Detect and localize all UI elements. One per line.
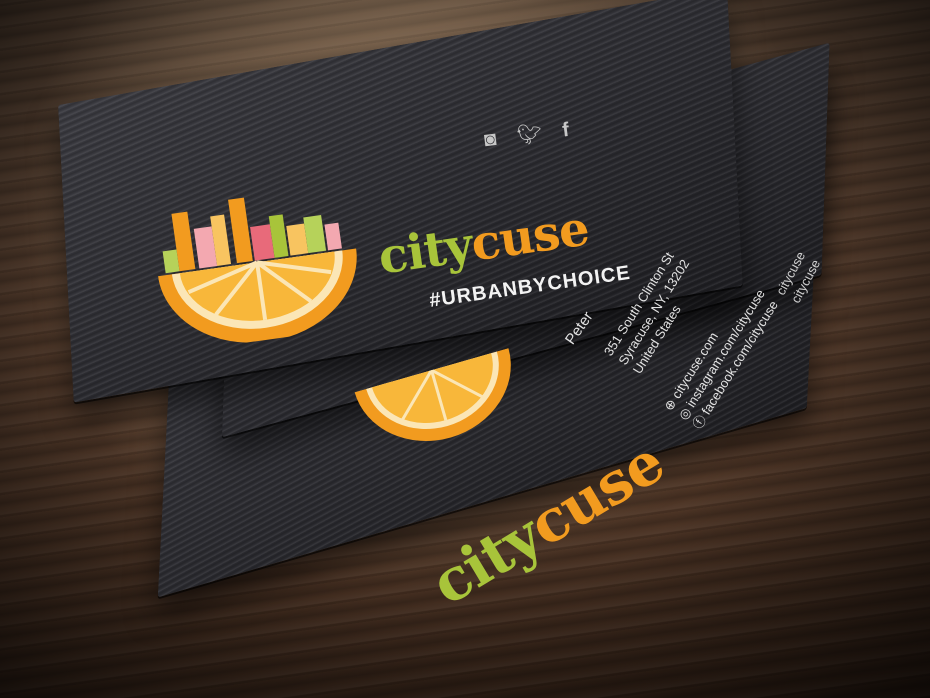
instagram-icon[interactable]: ◙: [478, 127, 503, 152]
facebook-icon[interactable]: f: [553, 118, 578, 143]
skyline-logo: [158, 197, 357, 343]
twitter-icon[interactable]: 🐦︎: [516, 122, 544, 147]
